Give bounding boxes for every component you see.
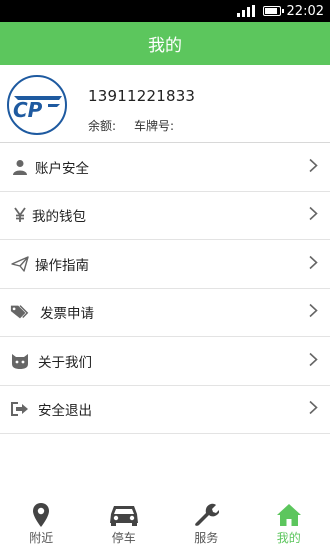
car-icon xyxy=(108,501,140,529)
menu-item-label: 我的钱包 xyxy=(32,209,86,226)
menu-item-about[interactable]: 关于我们 xyxy=(0,337,330,386)
menu-item-account-security[interactable]: 账户安全 xyxy=(0,143,330,192)
user-icon xyxy=(10,157,30,177)
tab-parking[interactable]: 停车 xyxy=(83,500,166,550)
home-icon xyxy=(276,501,302,529)
tab-nearby[interactable]: 附近 xyxy=(0,500,83,550)
plate-label: 车牌号: xyxy=(134,119,175,133)
map-marker-icon xyxy=(32,501,50,529)
signal-icon xyxy=(236,5,255,17)
chevron-right-icon xyxy=(309,157,318,176)
tab-label: 附近 xyxy=(29,531,54,545)
profile-card[interactable]: CP 13911221833 余额: 车牌号: xyxy=(0,65,330,143)
menu-item-wallet[interactable]: 我的钱包 xyxy=(0,192,330,240)
yen-icon xyxy=(10,205,30,225)
menu-item-logout[interactable]: 安全退出 xyxy=(0,386,330,434)
account-info: 余额: 车牌号: xyxy=(88,117,174,134)
page-header: 我的 xyxy=(0,22,330,65)
status-bar: 22:02 xyxy=(0,0,330,22)
user-phone: 13911221833 xyxy=(88,87,196,105)
status-time: 22:02 xyxy=(286,3,324,19)
balance-label: 余额: xyxy=(88,119,117,133)
chevron-right-icon xyxy=(309,254,318,273)
wrench-icon xyxy=(193,501,220,529)
cp-logo-icon: CP xyxy=(13,96,62,120)
avatar[interactable]: CP xyxy=(7,75,67,135)
mascot-icon xyxy=(10,351,30,371)
tags-icon xyxy=(10,302,30,322)
chevron-right-icon xyxy=(309,206,318,225)
menu-item-label: 发票申请 xyxy=(40,306,94,323)
page-title: 我的 xyxy=(148,36,182,56)
tab-services[interactable]: 服务 xyxy=(165,500,248,550)
battery-icon xyxy=(262,6,284,16)
chevron-right-icon xyxy=(309,351,318,370)
menu-item-invoice[interactable]: 发票申请 xyxy=(0,289,330,337)
tab-mine[interactable]: 我的 xyxy=(248,500,330,550)
svg-text:CP: CP xyxy=(13,98,43,120)
chevron-right-icon xyxy=(309,303,318,322)
menu-item-label: 关于我们 xyxy=(38,354,92,371)
tab-label: 我的 xyxy=(276,531,301,545)
menu-item-label: 账户安全 xyxy=(35,160,89,177)
menu-item-label: 安全退出 xyxy=(38,403,92,420)
settings-menu: 账户安全 我的钱包 操作指南 发票申请 关于我们 安全退出 xyxy=(0,143,330,434)
bottom-tab-bar: 附近 停车 服务 我的 xyxy=(0,500,330,550)
tab-label: 服务 xyxy=(194,531,219,545)
menu-item-guide[interactable]: 操作指南 xyxy=(0,240,330,289)
tab-label: 停车 xyxy=(111,531,136,545)
logout-icon xyxy=(10,399,30,419)
menu-item-label: 操作指南 xyxy=(35,257,89,274)
chevron-right-icon xyxy=(309,400,318,419)
send-icon xyxy=(10,254,30,274)
